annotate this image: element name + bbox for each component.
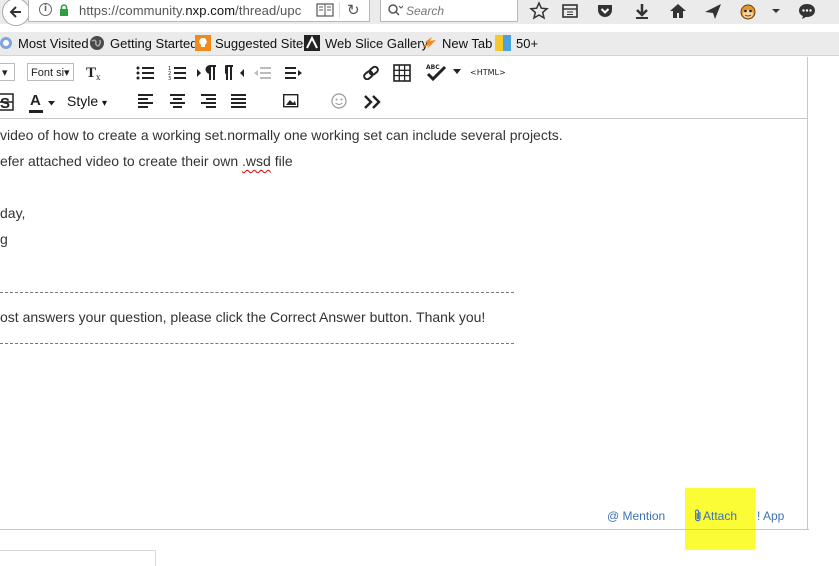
insert-image-icon[interactable]: [283, 94, 299, 108]
bookmark-star-icon[interactable]: [529, 1, 549, 21]
svg-text:T: T: [86, 65, 96, 81]
outdent-icon[interactable]: [253, 65, 271, 81]
svg-text:S: S: [0, 95, 10, 111]
pocket-icon[interactable]: [595, 1, 615, 21]
format-select[interactable]: ▾: [0, 63, 15, 81]
svg-text:ABC: ABC: [426, 64, 440, 71]
text-color-icon[interactable]: A: [29, 92, 45, 114]
attach-button[interactable]: Attach: [693, 509, 737, 523]
web-slice-icon: [304, 35, 320, 51]
html-source-button[interactable]: <HTML>: [470, 68, 506, 77]
send-tab-icon[interactable]: [703, 1, 723, 21]
link-icon[interactable]: [362, 66, 380, 80]
numbered-list-icon[interactable]: 123: [168, 65, 186, 81]
suggested-sites-icon: [195, 35, 211, 51]
svg-text:3: 3: [168, 76, 171, 81]
svg-text:x: x: [96, 72, 101, 81]
strikethrough-icon[interactable]: S: [0, 93, 14, 111]
most-visited-icon: [0, 37, 12, 49]
back-arrow-icon: [9, 6, 21, 18]
bookmark-50-plus[interactable]: 50+: [516, 36, 538, 51]
ltr-paragraph-icon[interactable]: [197, 65, 217, 81]
misspelled-word[interactable]: .wsd: [242, 153, 271, 169]
emoji-icon[interactable]: [331, 93, 347, 109]
editor-bottom-border: [0, 529, 809, 530]
rtl-paragraph-icon[interactable]: [225, 65, 245, 81]
content-line-1: video of how to create a working set.nor…: [0, 127, 563, 143]
fifty-plus-icon: [495, 35, 511, 51]
content-line-4: g: [0, 231, 8, 247]
bottom-input-box[interactable]: [0, 550, 156, 566]
search-placeholder: Search: [406, 4, 445, 18]
bookmark-suggested-sites[interactable]: Suggested Sites: [215, 36, 310, 51]
svg-text:A: A: [30, 92, 41, 109]
mention-button[interactable]: @ Mention: [607, 509, 665, 523]
chevron-down-icon[interactable]: [766, 1, 786, 21]
bookmark-most-visited[interactable]: Most Visited: [18, 36, 89, 51]
reader-view-icon[interactable]: [316, 3, 334, 17]
home-icon[interactable]: [668, 1, 688, 21]
editor-content-area[interactable]: video of how to create a working set.nor…: [0, 119, 808, 529]
bookmark-getting-started[interactable]: Getting Started: [110, 36, 197, 51]
spellcheck-icon[interactable]: ABC: [425, 62, 449, 82]
dashed-divider-top: [0, 292, 514, 293]
clear-formatting-icon[interactable]: Tx: [86, 65, 104, 81]
bookmarks-toolbar: Most Visited Getting Started Suggested S…: [0, 32, 839, 56]
align-justify-icon[interactable]: [231, 94, 247, 108]
search-box[interactable]: Search: [380, 0, 518, 22]
reload-icon[interactable]: ↻: [347, 1, 360, 19]
dashed-divider-bottom: [0, 343, 514, 344]
url-bar[interactable]: i https://community.nxp.com/thread/upc ↻: [28, 0, 370, 22]
back-button[interactable]: [2, 0, 30, 26]
style-dropdown[interactable]: Style ▾: [67, 93, 107, 109]
text-color-dropdown-icon[interactable]: [48, 101, 56, 107]
url-separator: [339, 2, 340, 18]
lock-icon: [60, 4, 68, 16]
chat-icon[interactable]: [797, 1, 817, 21]
monkey-extension-icon[interactable]: [738, 1, 758, 21]
align-right-icon[interactable]: [201, 94, 217, 108]
bulleted-list-icon[interactable]: [136, 65, 154, 81]
content-line-3: day,: [0, 205, 26, 221]
browser-navigation-bar: i https://community.nxp.com/thread/upc ↻…: [0, 0, 839, 26]
site-info-icon[interactable]: i: [39, 3, 52, 16]
bookmark-web-slice-gallery[interactable]: Web Slice Gallery: [325, 36, 428, 51]
font-size-select[interactable]: Font si▾: [27, 63, 74, 81]
bookmarks-library-icon[interactable]: [560, 1, 580, 21]
bookmark-new-tab[interactable]: New Tab: [442, 36, 492, 51]
content-line-5: ost answers your question, please click …: [0, 309, 486, 325]
indent-icon[interactable]: [285, 65, 303, 81]
search-icon: [388, 4, 403, 16]
app-button[interactable]: ! App: [757, 509, 784, 523]
spellcheck-dropdown-icon[interactable]: [453, 69, 461, 75]
new-tab-icon: [422, 37, 436, 49]
more-tools-chevron-icon[interactable]: [364, 95, 382, 109]
url-text[interactable]: https://community.nxp.com/thread/upc: [79, 3, 337, 18]
align-left-icon[interactable]: [138, 94, 154, 108]
editor-toolbar: ▾ Font si▾ Tx 123 ABC <HTML> S A Style ▾: [0, 57, 808, 119]
globe-icon: [90, 36, 104, 50]
content-line-2: efer attached video to create their own …: [0, 153, 293, 169]
paperclip-icon: [695, 509, 701, 522]
align-center-icon[interactable]: [170, 94, 186, 108]
downloads-icon[interactable]: [632, 1, 652, 21]
table-icon[interactable]: [393, 64, 411, 82]
